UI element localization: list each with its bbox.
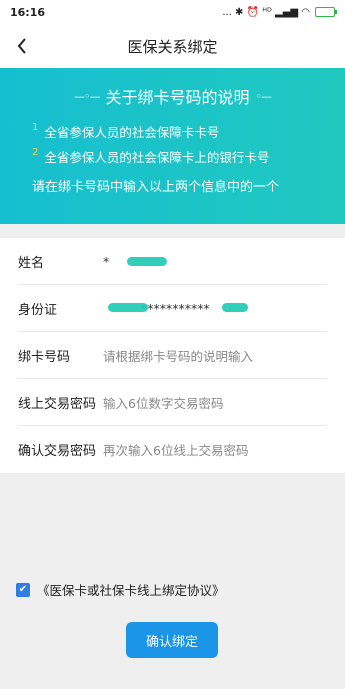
confirm-password-label: 确认交易密码	[18, 444, 97, 459]
status-bar: 16:16 ... ✱ ⏰ ᴴᴰ ▂▄▆ ◠	[0, 0, 345, 24]
checkmark-icon: ✔	[18, 584, 28, 595]
rule-number: 2	[32, 147, 39, 158]
battery-icon	[315, 7, 337, 17]
banner-title-row: —◦— 关于绑卡号码的说明 ◦—	[0, 84, 345, 108]
banner-title: 关于绑卡号码的说明	[105, 88, 250, 107]
page-title: 医保关系绑定	[127, 37, 218, 56]
status-time: 16:16	[10, 5, 46, 19]
confirm-binding-button[interactable]: 确认绑定	[126, 622, 218, 658]
redaction-mark	[127, 257, 167, 266]
online-password-input[interactable]: 输入6位数字交易密码	[103, 393, 223, 412]
rule-item-1: 1 全省参保人员的社会保障卡卡号	[32, 122, 219, 141]
online-password-label: 线上交易密码	[18, 397, 97, 412]
rule-number: 1	[32, 122, 39, 133]
agreement-checkbox[interactable]: ✔	[16, 582, 30, 597]
status-indicator-icons: ... ✱ ⏰ ᴴᴰ ▂▄▆ ◠	[222, 6, 310, 18]
rule-text: 全省参保人员的社会保障卡上的银行卡号	[44, 150, 270, 165]
redaction-mark	[222, 303, 248, 312]
navigation-bar: 医保关系绑定	[0, 24, 345, 68]
rule-item-2: 2 全省参保人员的社会保障卡上的银行卡号	[32, 147, 269, 166]
confirm-password-input[interactable]: 再次输入6位线上交易密码	[103, 440, 248, 459]
agreement-row: ✔ 《医保卡或社保卡线上绑定协议》	[16, 580, 225, 599]
name-row: 姓名 *	[0, 238, 345, 285]
agreement-link[interactable]: 《医保卡或社保卡线上绑定协议》	[37, 580, 225, 599]
card-number-label: 绑卡号码	[18, 350, 71, 365]
id-card-row: 身份证 ***********	[0, 285, 345, 332]
name-value: *	[103, 254, 110, 269]
rule-text: 全省参保人员的社会保障卡卡号	[44, 125, 220, 140]
card-number-input[interactable]: 请根据绑卡号码的说明输入	[103, 346, 253, 365]
id-card-label: 身份证	[18, 303, 58, 318]
back-button[interactable]	[12, 34, 32, 58]
chevron-left-icon	[17, 38, 26, 54]
binding-instructions-banner: —◦— 关于绑卡号码的说明 ◦— 1 全省参保人员的社会保障卡卡号 2 全省参保…	[0, 68, 345, 224]
banner-note: 请在绑卡号码中输入以上两个信息中的一个	[32, 180, 280, 195]
decor-left-icon: —◦—	[73, 89, 100, 103]
section-gap	[0, 224, 345, 238]
decor-right-icon: ◦—	[255, 89, 272, 103]
online-password-row[interactable]: 线上交易密码 输入6位数字交易密码	[0, 379, 345, 426]
card-number-row[interactable]: 绑卡号码 请根据绑卡号码的说明输入	[0, 332, 345, 379]
redaction-mark	[108, 303, 148, 312]
status-icons: ... ✱ ⏰ ᴴᴰ ▂▄▆ ◠	[222, 6, 337, 18]
confirm-password-row[interactable]: 确认交易密码 再次输入6位线上交易密码	[0, 426, 345, 473]
name-label: 姓名	[18, 256, 45, 271]
binding-form: 姓名 * 身份证 *********** 绑卡号码 请根据绑卡号码的说明输入 线…	[0, 238, 345, 473]
